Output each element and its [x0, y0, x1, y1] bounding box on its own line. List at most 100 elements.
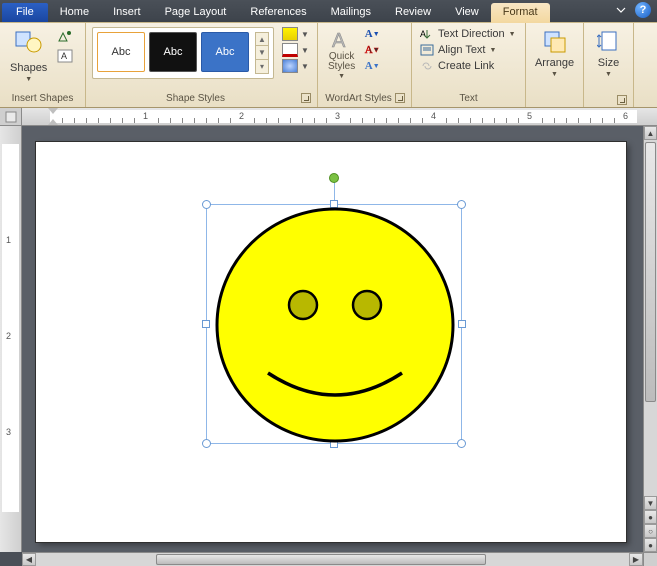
tab-view[interactable]: View: [443, 3, 491, 22]
align-text-icon: [420, 44, 434, 56]
tab-page-layout[interactable]: Page Layout: [153, 3, 239, 22]
scroll-right-button[interactable]: ▶: [629, 553, 643, 566]
group-label-size: [588, 99, 617, 104]
text-box-button[interactable]: A: [55, 47, 75, 65]
shape-selection-box[interactable]: [206, 204, 462, 444]
tab-format[interactable]: Format: [491, 3, 550, 23]
group-label-text: Text: [416, 91, 521, 107]
resize-handle-r[interactable]: [458, 320, 466, 328]
size-button[interactable]: Size ▼: [589, 27, 629, 80]
ribbon: Shapes ▼ A Insert Shapes Abc Abc Abc ▲: [0, 22, 657, 108]
create-link-label: Create Link: [438, 60, 494, 72]
tab-insert[interactable]: Insert: [101, 3, 153, 22]
shape-style-gallery[interactable]: Abc Abc Abc ▲ ▼ ▾: [92, 27, 274, 79]
size-label: Size: [598, 57, 619, 69]
resize-handle-tl[interactable]: [202, 200, 211, 209]
shape-effects-button[interactable]: ▼: [282, 59, 309, 73]
tab-review[interactable]: Review: [383, 3, 443, 22]
create-link-button: Create Link: [418, 59, 496, 73]
ruler-corner[interactable]: [0, 108, 22, 126]
shape-style-preset-2[interactable]: Abc: [149, 32, 197, 72]
scrollbar-corner: [643, 552, 657, 566]
ruler-number: 6: [623, 111, 628, 121]
group-label-wordart: WordArt Styles: [322, 91, 395, 107]
arrange-label: Arrange: [535, 57, 574, 69]
link-icon: [420, 60, 434, 72]
group-label-shape-styles: Shape Styles: [90, 91, 301, 107]
quick-styles-icon: A: [330, 29, 354, 51]
smiley-shape[interactable]: [213, 205, 457, 445]
group-label-arrange: [530, 102, 579, 107]
shape-styles-dialog-launcher[interactable]: [301, 93, 311, 103]
size-icon: [597, 29, 621, 55]
arrange-button[interactable]: Arrange ▼: [527, 27, 582, 80]
arrange-icon: [542, 29, 568, 55]
chevron-down-icon: ▼: [25, 76, 32, 83]
rotation-handle[interactable]: [329, 173, 339, 183]
ruler-number: 1: [6, 235, 11, 245]
align-text-label: Align Text: [438, 44, 486, 56]
text-direction-icon: A: [420, 28, 434, 40]
ruler-number: 5: [527, 111, 532, 121]
ruler-number: 2: [239, 111, 244, 121]
help-icon[interactable]: ?: [635, 2, 651, 18]
shapes-icon: [15, 29, 43, 60]
scroll-left-button[interactable]: ◀: [22, 553, 36, 566]
next-page-button[interactable]: ●: [644, 538, 657, 552]
chevron-down-icon: ▼: [338, 73, 345, 80]
page[interactable]: [36, 142, 626, 542]
chevron-down-icon: ▼: [551, 71, 558, 78]
chevron-down-icon: ▼: [605, 71, 612, 78]
gallery-scroll-up[interactable]: ▲: [255, 32, 269, 46]
ruler-number: 4: [431, 111, 436, 121]
shape-style-preset-3[interactable]: Abc: [201, 32, 249, 72]
vertical-scroll-thumb[interactable]: [645, 142, 656, 402]
ribbon-tabs: File Home Insert Page Layout References …: [0, 0, 657, 22]
tab-file[interactable]: File: [2, 3, 48, 22]
svg-text:A: A: [420, 29, 426, 39]
gallery-scroll-down[interactable]: ▼: [255, 46, 269, 60]
shape-style-preset-1[interactable]: Abc: [97, 32, 145, 72]
scroll-down-button[interactable]: ▼: [644, 496, 657, 510]
ruler-number: 3: [335, 111, 340, 121]
text-fill-button[interactable]: A▼: [363, 27, 381, 41]
quick-styles-button[interactable]: A Quick Styles ▼: [324, 27, 359, 82]
shape-fill-button[interactable]: ▼: [282, 27, 309, 41]
shapes-label: Shapes: [10, 62, 47, 74]
wordart-dialog-launcher[interactable]: [395, 93, 405, 103]
text-direction-button[interactable]: A Text Direction▼: [418, 27, 518, 41]
document-area[interactable]: [22, 126, 643, 552]
shapes-gallery-button[interactable]: Shapes ▼: [6, 27, 51, 85]
scroll-up-button[interactable]: ▲: [644, 126, 657, 140]
horizontal-scroll-thumb[interactable]: [156, 554, 486, 565]
text-outline-button[interactable]: A▼: [363, 43, 381, 57]
resize-handle-l[interactable]: [202, 320, 210, 328]
vertical-scrollbar[interactable]: ▲ ▼ ● ○ ●: [643, 126, 657, 552]
quick-styles-label: Quick Styles: [328, 52, 355, 72]
tab-home[interactable]: Home: [48, 3, 101, 22]
rotation-connector: [334, 181, 335, 201]
minimize-ribbon-icon[interactable]: [615, 4, 627, 16]
browse-object-button[interactable]: ○: [644, 524, 657, 538]
prev-page-button[interactable]: ●: [644, 510, 657, 524]
resize-handle-br[interactable]: [457, 439, 466, 448]
text-effects-button[interactable]: A▼: [363, 59, 381, 73]
resize-handle-tr[interactable]: [457, 200, 466, 209]
resize-handle-bl[interactable]: [202, 439, 211, 448]
text-direction-label: Text Direction: [438, 28, 505, 40]
align-text-button[interactable]: Align Text▼: [418, 43, 498, 57]
tab-references[interactable]: References: [238, 3, 318, 22]
svg-text:A: A: [332, 30, 346, 51]
edit-shape-button[interactable]: [55, 27, 75, 45]
tab-mailings[interactable]: Mailings: [319, 3, 383, 22]
size-dialog-launcher[interactable]: [617, 95, 627, 105]
ruler-number: 1: [143, 111, 148, 121]
ruler-number: 3: [6, 427, 11, 437]
svg-text:A: A: [61, 51, 67, 61]
ruler-number: 2: [6, 331, 11, 341]
horizontal-scrollbar[interactable]: ◀ ▶: [22, 552, 643, 566]
shape-outline-button[interactable]: ▼: [282, 43, 309, 57]
horizontal-ruler[interactable]: 1 2 3 4 5 6: [22, 108, 657, 126]
vertical-ruler[interactable]: 1 2 3: [0, 126, 22, 552]
gallery-more[interactable]: ▾: [255, 60, 269, 74]
